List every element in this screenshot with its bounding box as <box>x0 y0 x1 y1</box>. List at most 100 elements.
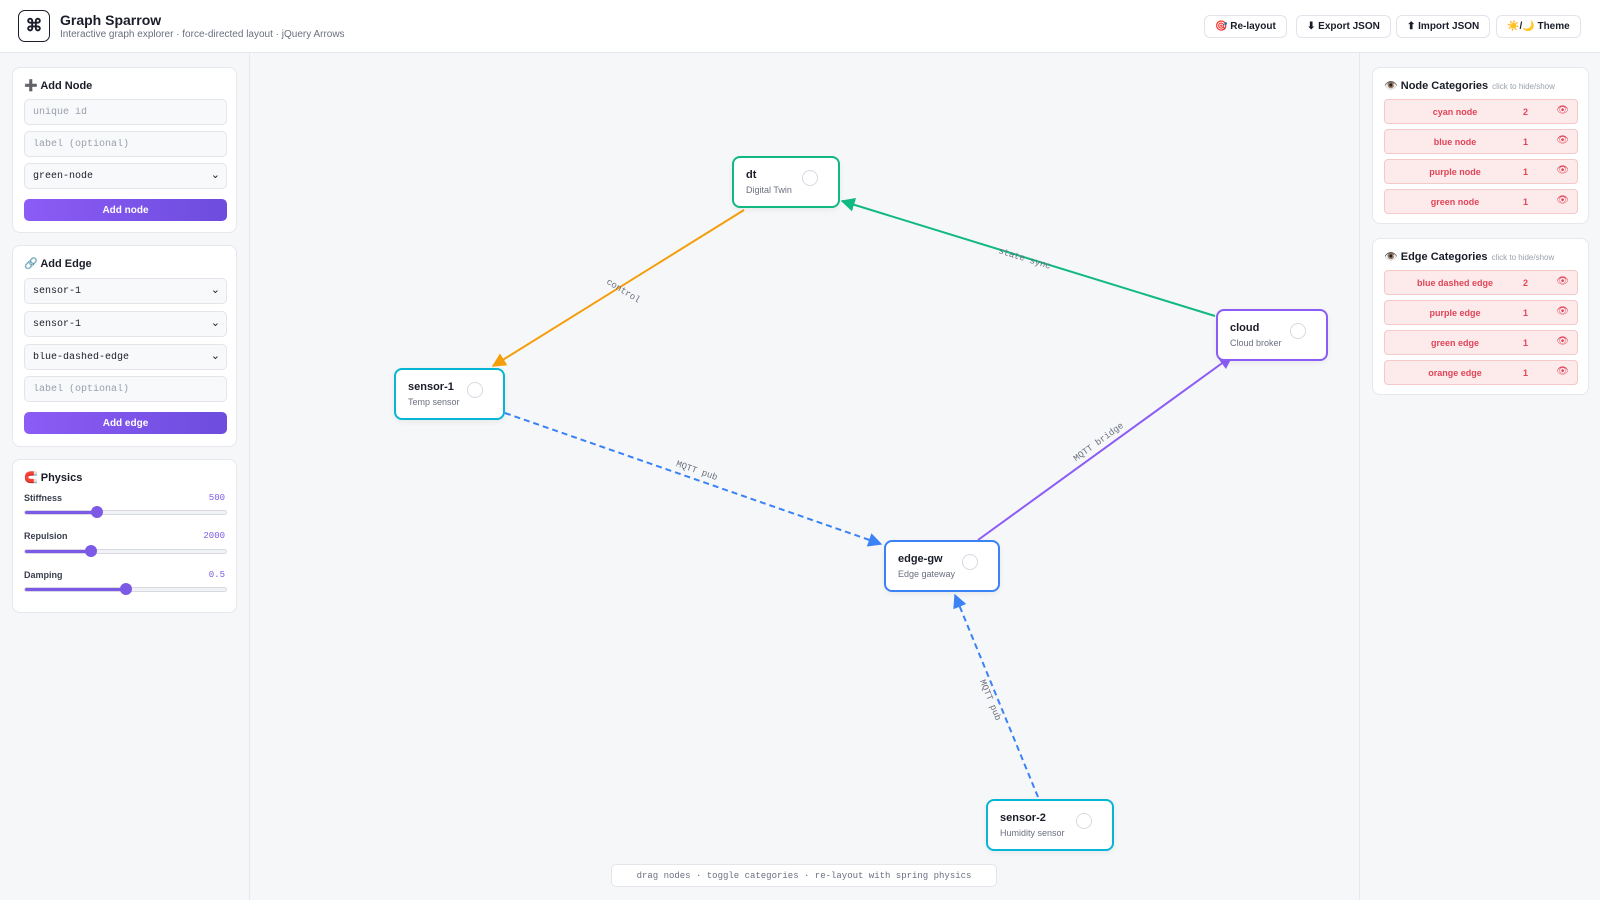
graph-canvas[interactable]: control state sync MQTT pub MQTT bridge … <box>250 53 1360 900</box>
node-handle-icon[interactable] <box>1290 323 1306 339</box>
add-edge-button[interactable]: Add edge <box>24 412 227 434</box>
node-handle-icon[interactable] <box>467 382 483 398</box>
category-name: purple edge <box>1429 308 1481 318</box>
edge-categories-heading: 👁️ Edge Categories <box>1384 251 1488 263</box>
node-label: Humidity sensor <box>1000 828 1065 838</box>
category-count: 1 <box>1523 368 1529 378</box>
eye-icon[interactable]: 👁 <box>1556 306 1569 317</box>
app-header: ⌘ Graph Sparrow Interactive graph explor… <box>0 0 1600 53</box>
node-category-purple[interactable]: purple node 1 👁 <box>1384 159 1578 184</box>
node-categories-title: 👁️ Node Categories click to hide/show <box>1384 79 1555 92</box>
edge-label-mqtt-bridge: MQTT bridge <box>1072 421 1126 464</box>
edge-label-state-sync: state sync <box>997 246 1052 271</box>
node-id: sensor-1 <box>408 381 454 393</box>
import-json-button[interactable]: ⬆ Import JSON <box>1396 15 1491 38</box>
category-name: orange edge <box>1428 368 1482 378</box>
repulsion-thumb[interactable] <box>85 545 98 557</box>
node-label-input[interactable] <box>24 131 227 157</box>
edge-category-wrap: blue-dashed-edge ⌄ <box>24 344 227 370</box>
edge-from-wrap: sensor-1 ⌄ <box>24 278 227 304</box>
theme-toggle-button[interactable]: ☀️/🌙 Theme <box>1496 15 1581 38</box>
category-name: blue dashed edge <box>1416 278 1494 288</box>
node-category-blue[interactable]: blue node 1 👁 <box>1384 129 1578 154</box>
damping-slider[interactable] <box>24 583 227 595</box>
node-label: Cloud broker <box>1230 338 1282 348</box>
add-node-button[interactable]: Add node <box>24 199 227 221</box>
node-handle-icon[interactable] <box>1076 813 1092 829</box>
stiffness-label: Stiffness <box>24 493 63 503</box>
eye-icon[interactable]: 👁 <box>1556 336 1569 347</box>
export-json-button[interactable]: ⬇ Export JSON <box>1296 15 1391 38</box>
category-count: 1 <box>1523 137 1529 147</box>
category-name: blue node <box>1433 137 1477 147</box>
app-subtitle: Interactive graph explorer · force-direc… <box>60 29 345 40</box>
relayout-button[interactable]: 🎯 Re-layout <box>1204 15 1287 38</box>
edge-categories-panel: 👁️ Edge Categories click to hide/show bl… <box>1372 238 1589 395</box>
node-id-input[interactable] <box>24 99 227 125</box>
category-count: 1 <box>1523 167 1529 177</box>
edge-category-purple[interactable]: purple edge 1 👁 <box>1384 300 1578 325</box>
add-node-title: ➕ Add Node <box>24 80 93 92</box>
add-node-panel: ➕ Add Node green-node ⌄ Add node <box>12 67 237 233</box>
graph-node-cloud[interactable]: cloud Cloud broker <box>1216 309 1328 361</box>
edge-category-select[interactable]: blue-dashed-edge <box>24 344 227 370</box>
canvas-hint: drag nodes · toggle categories · re-layo… <box>611 864 997 887</box>
edge-category-green[interactable]: green edge 1 👁 <box>1384 330 1578 355</box>
app-title: Graph Sparrow <box>60 12 162 28</box>
edge-sensor-1-edge-gw[interactable] <box>504 412 883 547</box>
repulsion-slider[interactable] <box>24 545 227 557</box>
category-name: green edge <box>1430 338 1479 348</box>
repulsion-label: Repulsion <box>24 531 68 541</box>
graph-node-dt[interactable]: dt Digital Twin <box>732 156 840 208</box>
category-count: 2 <box>1523 278 1529 288</box>
graph-node-sensor-1[interactable]: sensor-1 Temp sensor <box>394 368 505 420</box>
category-count: 1 <box>1523 308 1529 318</box>
edge-categories-title: 👁️ Edge Categories click to hide/show <box>1384 250 1554 263</box>
eye-icon[interactable]: 👁 <box>1556 195 1569 206</box>
edge-category-orange[interactable]: orange edge 1 👁 <box>1384 360 1578 385</box>
node-category-select[interactable]: green-node <box>24 163 227 189</box>
edge-sensor-2-edge-gw[interactable] <box>953 593 1039 798</box>
edge-to-wrap: sensor-1 ⌄ <box>24 311 227 337</box>
edge-label-input[interactable] <box>24 376 227 402</box>
node-label: Temp sensor <box>408 397 460 407</box>
graph-node-sensor-2[interactable]: sensor-2 Humidity sensor <box>986 799 1114 851</box>
damping-fill <box>25 588 126 591</box>
node-id: sensor-2 <box>1000 812 1046 824</box>
stiffness-slider[interactable] <box>24 506 227 518</box>
left-sidebar: ➕ Add Node green-node ⌄ Add node 🔗 Add E… <box>0 53 250 900</box>
damping-thumb[interactable] <box>119 583 132 595</box>
stiffness-value: 500 <box>208 493 225 503</box>
edge-from-select[interactable]: sensor-1 <box>24 278 227 304</box>
eye-icon[interactable]: 👁 <box>1556 366 1569 377</box>
eye-icon[interactable]: 👁 <box>1556 135 1569 146</box>
edge-categories-hint: click to hide/show <box>1491 253 1555 262</box>
app-logo-icon: ⌘ <box>18 10 50 42</box>
edge-to-select[interactable]: sensor-1 <box>24 311 227 337</box>
node-category-cyan[interactable]: cyan node 2 👁 <box>1384 99 1578 124</box>
eye-icon[interactable]: 👁 <box>1556 105 1569 116</box>
repulsion-value: 2000 <box>203 531 225 541</box>
stiffness-fill <box>25 511 98 514</box>
eye-icon[interactable]: 👁 <box>1556 165 1569 176</box>
graph-node-edge-gw[interactable]: edge-gw Edge gateway <box>884 540 1000 592</box>
node-handle-icon[interactable] <box>802 170 818 186</box>
node-id: edge-gw <box>898 553 943 565</box>
node-categories-hint: click to hide/show <box>1492 82 1555 91</box>
node-category-green[interactable]: green node 1 👁 <box>1384 189 1578 214</box>
node-label: Edge gateway <box>898 569 956 579</box>
stiffness-thumb[interactable] <box>91 506 104 518</box>
node-handle-icon[interactable] <box>962 554 978 570</box>
node-label: Digital Twin <box>746 185 792 195</box>
edge-edge-gw-cloud[interactable] <box>977 355 1234 541</box>
right-sidebar: 👁️ Node Categories click to hide/show cy… <box>1359 53 1600 900</box>
category-name: cyan node <box>1432 107 1478 117</box>
category-name: purple node <box>1429 167 1481 177</box>
category-count: 2 <box>1523 107 1529 117</box>
node-id: dt <box>746 169 757 181</box>
edge-category-blue-dashed[interactable]: blue dashed edge 2 👁 <box>1384 270 1578 295</box>
node-id: cloud <box>1230 322 1260 334</box>
repulsion-fill <box>25 550 92 553</box>
eye-icon[interactable]: 👁 <box>1556 276 1569 287</box>
damping-label: Damping <box>24 570 63 580</box>
